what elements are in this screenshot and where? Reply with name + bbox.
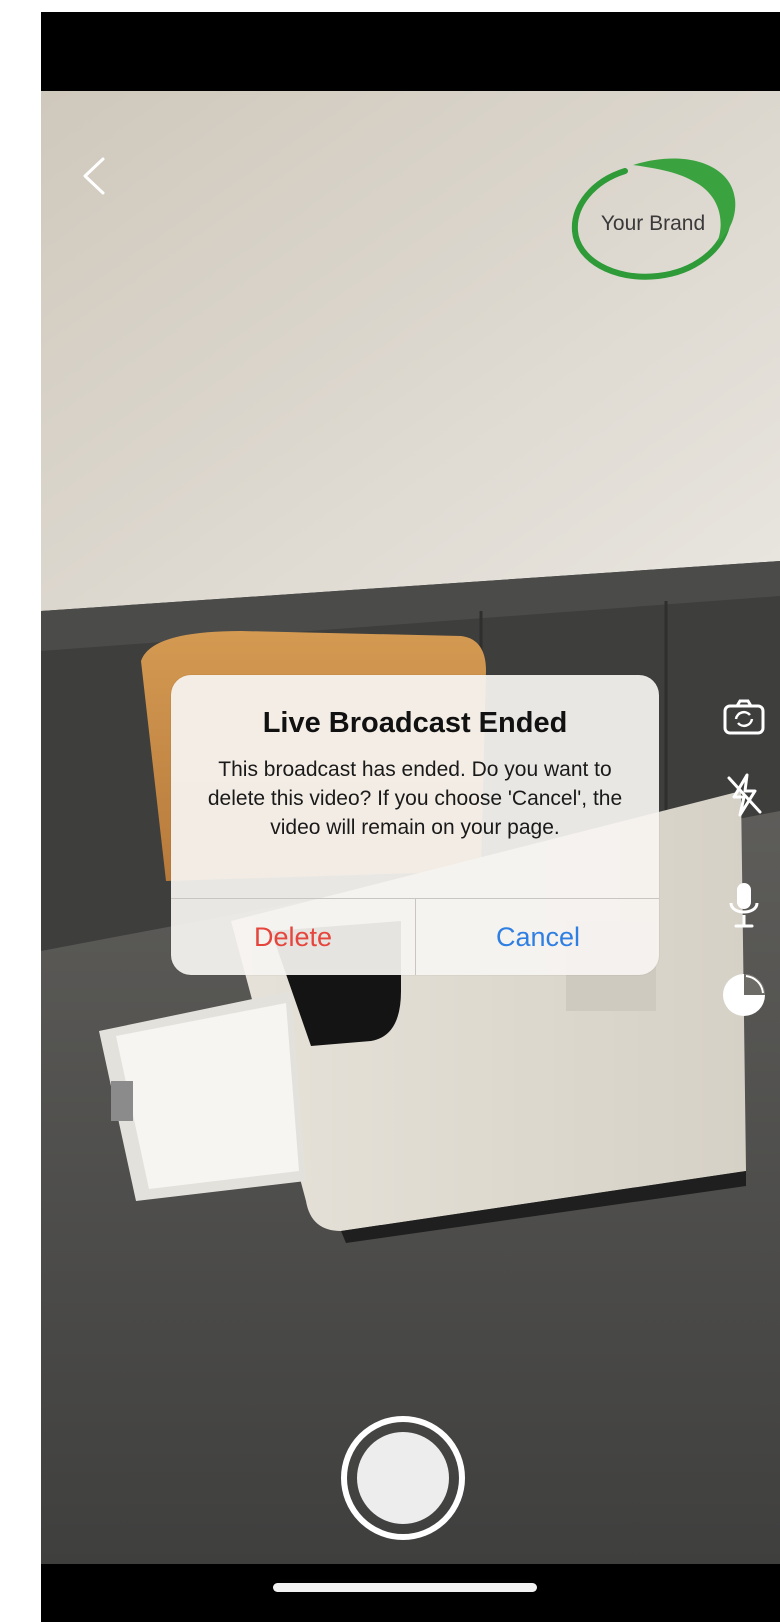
flash-off-icon (727, 773, 762, 817)
screen: Your Brand Live Broadcast Ended This bro… (0, 0, 780, 1622)
alert-message: This broadcast has ended. Do you want to… (207, 758, 623, 839)
record-button[interactable] (341, 1416, 465, 1540)
filter-icon (723, 974, 765, 1016)
back-button[interactable] (75, 151, 115, 201)
filter-button[interactable] (718, 969, 770, 1021)
broadcast-ended-alert: Live Broadcast Ended This broadcast has … (171, 675, 659, 975)
phone-screen: Your Brand Live Broadcast Ended This bro… (41, 12, 780, 1622)
home-indicator[interactable] (273, 1583, 537, 1592)
record-icon (357, 1432, 449, 1524)
flash-button[interactable] (718, 769, 770, 821)
camera-switch-icon (723, 699, 765, 735)
alert-title: Live Broadcast Ended (262, 707, 568, 739)
brand-name: Your Brand (600, 212, 706, 235)
switch-camera-button[interactable] (718, 691, 770, 743)
delete-button[interactable]: Delete (171, 899, 415, 975)
chevron-left-icon (83, 157, 105, 195)
cancel-button[interactable]: Cancel (416, 899, 659, 975)
camera-preview: Your Brand Live Broadcast Ended This bro… (41, 91, 780, 1564)
brand-logo: Your Brand (553, 151, 743, 291)
microphone-button[interactable] (718, 879, 770, 931)
microphone-icon (729, 883, 759, 928)
